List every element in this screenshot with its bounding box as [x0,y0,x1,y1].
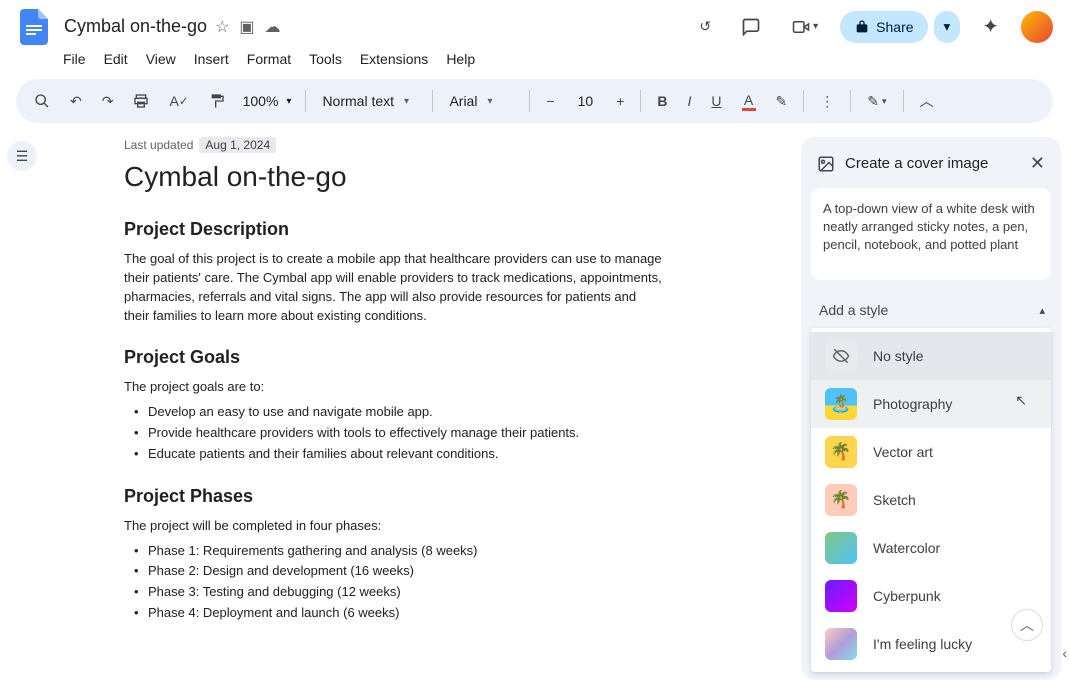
italic-icon[interactable]: I [680,87,700,115]
menu-format[interactable]: Format [240,47,298,71]
list-item: Phase 1: Requirements gathering and anal… [134,542,761,561]
style-option-sketch[interactable]: 🌴 Sketch [811,476,1051,524]
image-icon [817,155,835,173]
decrease-font-icon[interactable]: − [538,87,562,115]
style-option-photography[interactable]: 🏝️ Photography ↖ [811,380,1051,428]
phases-intro: The project will be completed in four ph… [124,517,664,536]
side-panel-toggle-icon[interactable]: ‹ [1062,645,1067,661]
font-select[interactable]: Arial▾ [441,89,521,113]
watercolor-thumb [825,532,857,564]
menu-insert[interactable]: Insert [187,47,236,71]
style-option-watercolor[interactable]: Watercolor [811,524,1051,572]
bold-icon[interactable]: B [649,87,675,115]
menu-help[interactable]: Help [439,47,482,71]
scroll-up-button[interactable]: ︿ [1011,609,1043,641]
menu-tools[interactable]: Tools [302,47,349,71]
highlight-icon[interactable]: ✎ [768,87,796,116]
comments-icon[interactable] [733,11,769,43]
lucky-thumb [825,628,857,660]
menu-file[interactable]: File [56,47,93,71]
document-canvas[interactable]: Last updated Aug 1, 2024 Cymbal on-the-g… [44,137,801,680]
text-color-icon[interactable]: A [734,86,764,117]
cloud-icon[interactable]: ☁ [265,17,281,37]
underline-icon[interactable]: U [703,87,729,115]
cover-image-panel: Create a cover image ✕ A top-down view o… [801,137,1061,680]
list-item: Phase 3: Testing and debugging (12 weeks… [134,583,761,602]
heading-description: Project Description [124,219,761,240]
description-text: The goal of this project is to create a … [124,250,664,325]
collapse-toolbar-icon[interactable]: ︿ [912,85,942,117]
last-updated-label: Last updated [124,138,193,152]
style-dropdown[interactable]: Add a style ▴ [811,296,1051,324]
panel-title: Create a cover image [845,155,1020,172]
pen-mode-icon[interactable]: ✎ ▾ [859,87,894,116]
cyberpunk-thumb [825,580,857,612]
goals-intro: The project goals are to: [124,378,664,397]
menu-bar: File Edit View Insert Format Tools Exten… [0,47,1069,79]
print-icon[interactable] [125,87,157,115]
menu-edit[interactable]: Edit [97,47,135,71]
photo-thumb: 🏝️ [825,388,857,420]
cursor-icon: ↖ [1015,392,1027,409]
prompt-input[interactable]: A top-down view of a white desk with nea… [811,188,1051,280]
list-item: Phase 2: Design and development (16 week… [134,562,761,581]
avatar[interactable] [1021,11,1053,43]
move-icon[interactable]: ▣ [239,17,254,37]
search-icon[interactable] [26,87,58,115]
style-option-vector[interactable]: 🌴 Vector art [811,428,1051,476]
doc-h1: Cymbal on-the-go [124,161,761,193]
font-size-input[interactable]: 10 [569,90,603,112]
share-button[interactable]: Share [840,11,927,43]
close-icon[interactable]: ✕ [1030,153,1045,174]
list-item: Phase 4: Deployment and launch (6 weeks) [134,604,761,623]
vector-thumb: 🌴 [825,436,857,468]
share-dropdown[interactable]: ▾ [934,11,961,43]
gemini-icon[interactable]: ✦ [974,8,1007,45]
style-option-nostyle[interactable]: No style [811,332,1051,380]
list-item: Develop an easy to use and navigate mobi… [134,403,761,422]
more-icon[interactable]: ⋮ [812,87,842,116]
history-icon[interactable]: ↺ [691,12,719,41]
paragraph-style-select[interactable]: Normal text▾ [314,89,424,113]
toolbar: ↶ ↷ A✓ 100%▾ Normal text▾ Arial▾ − 10 + … [16,79,1053,123]
menu-extensions[interactable]: Extensions [353,47,435,71]
list-item: Provide healthcare providers with tools … [134,424,761,443]
sketch-thumb: 🌴 [825,484,857,516]
document-title[interactable]: Cymbal on-the-go [64,16,207,37]
paint-format-icon[interactable] [201,87,233,115]
heading-phases: Project Phases [124,486,761,507]
nostyle-icon [825,340,857,372]
undo-icon[interactable]: ↶ [62,87,90,116]
meet-icon[interactable]: ▾ [783,12,826,42]
spellcheck-icon[interactable]: A✓ [161,87,196,115]
last-updated-date: Aug 1, 2024 [199,137,276,153]
redo-icon[interactable]: ↷ [94,87,122,116]
list-item: Educate patients and their families abou… [134,445,761,464]
outline-toggle-icon[interactable]: ☰ [7,141,37,171]
docs-logo[interactable] [16,9,52,45]
increase-font-icon[interactable]: + [608,87,632,115]
heading-goals: Project Goals [124,347,761,368]
star-icon[interactable]: ☆ [215,17,229,37]
zoom-select[interactable]: 100%▾ [237,89,298,113]
menu-view[interactable]: View [139,47,183,71]
